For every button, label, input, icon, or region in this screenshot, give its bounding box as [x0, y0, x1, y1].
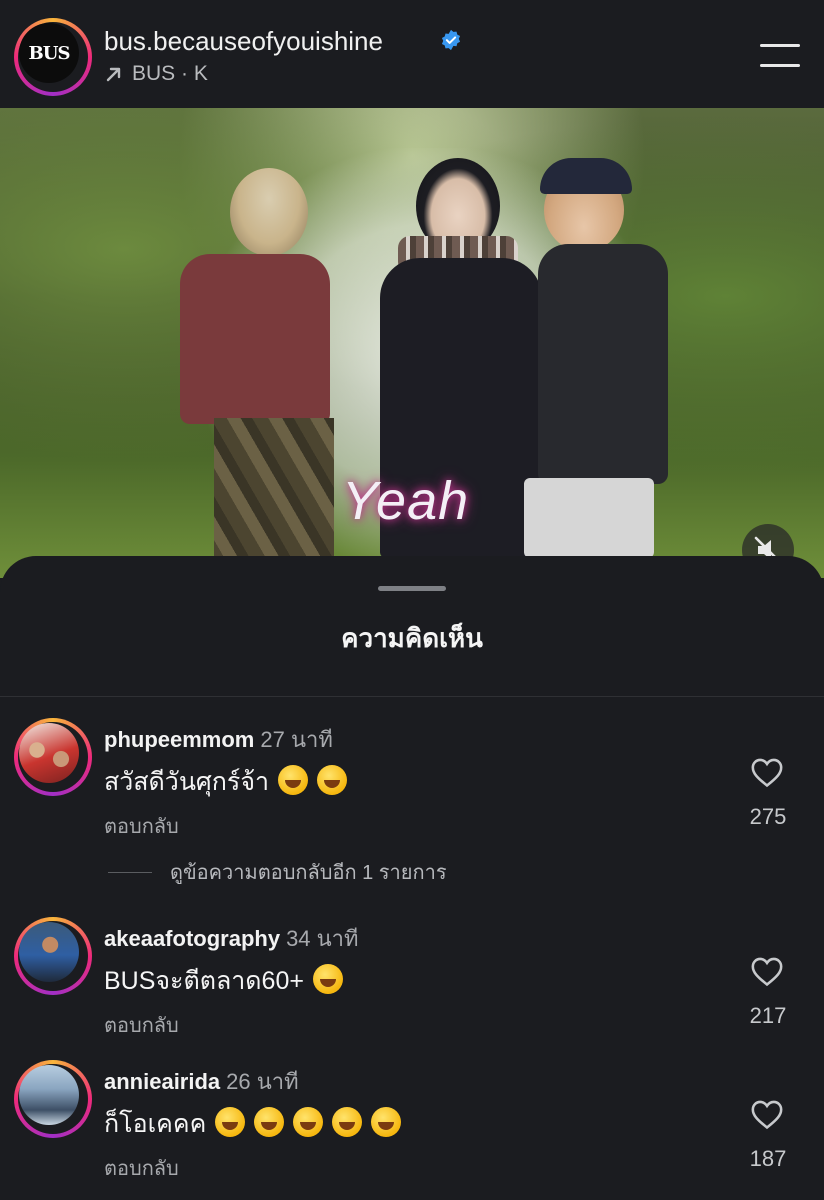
like-count: 187	[749, 1146, 787, 1171]
comment-username[interactable]: akeaafotography	[104, 926, 280, 951]
like-count: 275	[749, 804, 787, 829]
commenter-avatar[interactable]	[14, 718, 92, 796]
reply-button[interactable]: ตอบกลับ	[104, 810, 179, 842]
comment-username[interactable]: phupeemmom	[104, 727, 254, 752]
comment-time: 26 นาที	[226, 1069, 299, 1094]
commenter-avatar[interactable]	[14, 917, 92, 995]
joy-emoji	[293, 1107, 324, 1137]
grinning-emoji	[316, 765, 347, 795]
person-right	[520, 158, 690, 558]
reply-button[interactable]: ตอบกลับ	[104, 1009, 179, 1041]
heart-icon[interactable]	[750, 955, 784, 987]
reply-button[interactable]: ตอบกลับ	[104, 1152, 179, 1184]
reel-video[interactable]: Yeah	[0, 108, 824, 578]
comment-time: 34 นาที	[286, 926, 359, 951]
comment-text: BUSจะตีตลาด60+	[104, 961, 343, 1001]
comments-sheet: ความคิดเห็น phupeemmom 27 นาที สวัสดีวันศ…	[0, 556, 824, 1200]
account-name[interactable]: bus.becauseofyouishine	[104, 26, 383, 57]
view-replies-label: ดูข้อความตอบกลับอีก 1 รายการ	[170, 862, 447, 884]
laughing-emoji	[278, 765, 308, 795]
like-count: 217	[749, 1003, 787, 1028]
comment-time: 27 นาที	[260, 727, 333, 752]
comment-text: สวัสดีวันศุกร์จ้า	[104, 762, 347, 802]
commenter-avatar[interactable]	[14, 1060, 92, 1138]
comment-body: BUSจะตีตลาด60+	[104, 967, 304, 995]
bus-logo: BUS	[19, 23, 79, 83]
comment-item: akeaafotography 34 นาที BUSจะตีตลาด60+ ตอ…	[0, 917, 824, 1047]
verified-badge-icon	[441, 29, 461, 51]
comment-item: annieairida 26 นาที ก็โอเคคค ตอบกลับ 187	[0, 1060, 824, 1190]
comment-body: สวัสดีวันศุกร์จ้า	[104, 768, 270, 796]
comment-username[interactable]: annieairida	[104, 1069, 220, 1094]
sheet-title: ความคิดเห็น	[341, 623, 483, 653]
grinning-emoji	[312, 964, 343, 994]
comment-text: ก็โอเคคค	[104, 1104, 402, 1144]
joy-emoji	[371, 1107, 402, 1137]
heart-icon[interactable]	[750, 756, 784, 788]
sheet-grabber[interactable]	[378, 586, 446, 591]
video-overlay-text: Yeah	[342, 471, 470, 531]
comment-item: phupeemmom 27 นาที สวัสดีวันศุกร์จ้า ตอบก…	[0, 718, 824, 848]
audio-attribution[interactable]: BUS · K	[104, 62, 208, 86]
audio-label: BUS · K	[132, 62, 208, 85]
joy-emoji	[215, 1107, 246, 1137]
divider	[0, 696, 824, 697]
comment-body: ก็โอเคคค	[104, 1110, 207, 1138]
menu-icon[interactable]	[760, 44, 800, 68]
account-avatar[interactable]: BUS	[14, 18, 92, 96]
rofl-emoji	[332, 1107, 363, 1137]
heart-icon[interactable]	[750, 1098, 784, 1130]
person-left	[168, 168, 338, 568]
rofl-emoji	[254, 1107, 285, 1137]
post-header: BUS bus.becauseofyouishine BUS · K	[0, 0, 824, 108]
view-replies-button[interactable]: ดูข้อความตอบกลับอีก 1 รายการ	[108, 856, 447, 888]
arrow-up-right-icon	[106, 67, 121, 82]
